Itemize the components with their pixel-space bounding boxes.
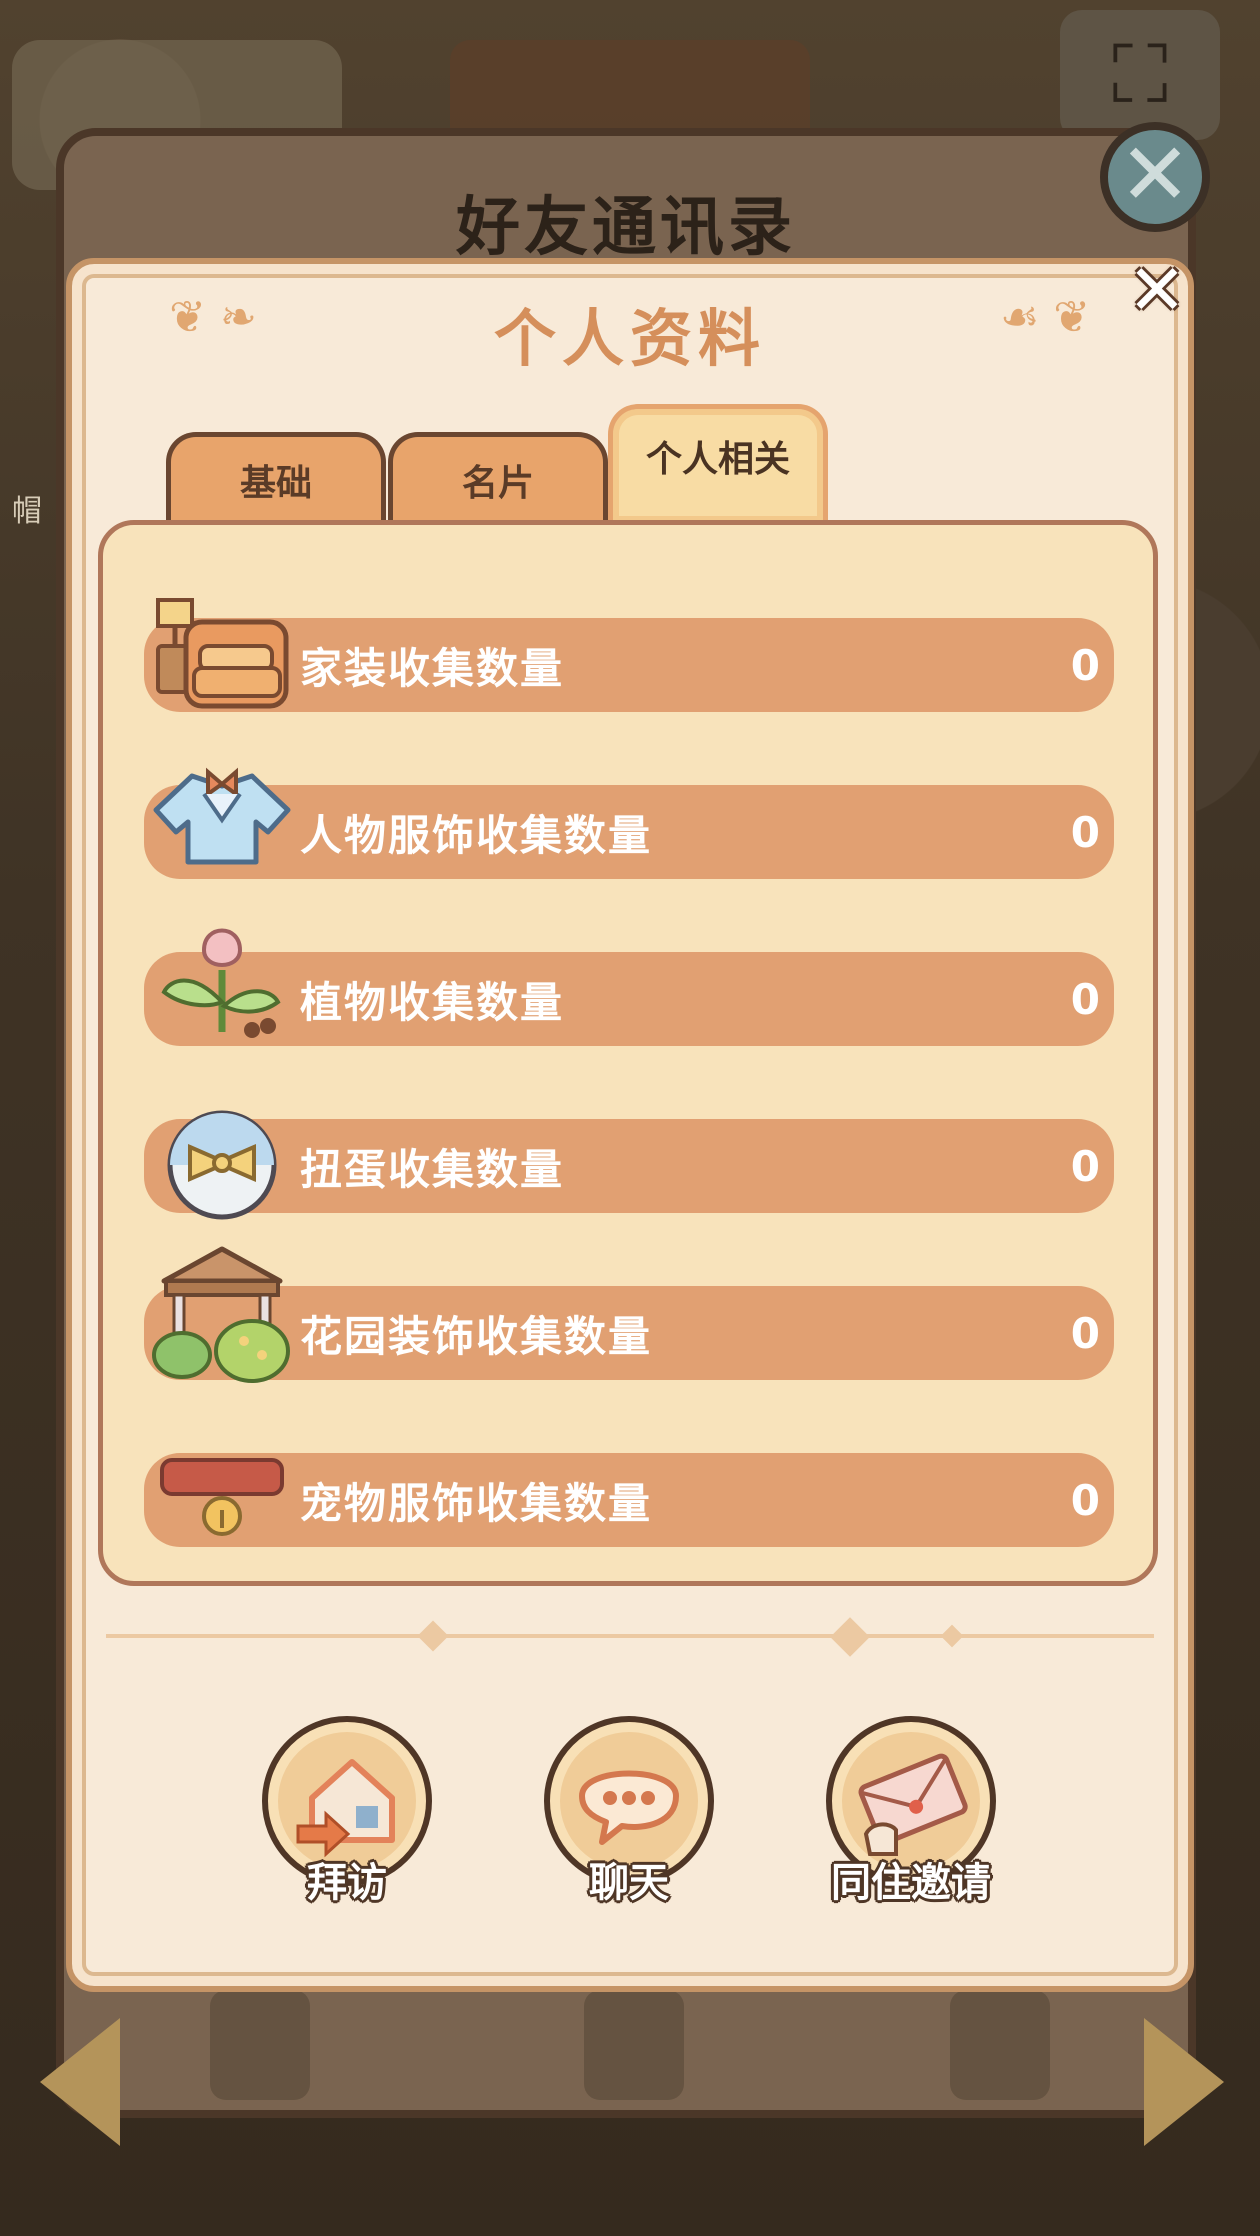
stat-value: 0 [1070,974,1100,1024]
friends-contact-title: 好友通讯录 [456,191,796,265]
flower-sprout-icon [161,928,281,1038]
visit-label: 拜访 [307,1860,387,1906]
next-arrow-icon[interactable] [1144,2018,1224,2146]
stat-value: 0 [1070,807,1100,857]
stat-value: 0 [1070,1141,1100,1191]
friend-request-icon [584,1990,684,2100]
fullscreen-icon: ⛶ [1060,10,1220,140]
stat-label: 植物收集数量 [300,977,565,1027]
tab-card-label: 名片 [461,462,534,504]
back-dialog-close-icon[interactable]: ✕ [1100,122,1210,232]
stat-label: 人物服饰收集数量 [300,810,653,860]
pet-collar-icon [160,1458,284,1536]
stat-value: 0 [1070,1475,1100,1525]
friend-list-icon [950,1990,1050,2100]
previous-arrow-icon[interactable] [40,2018,120,2146]
stat-label: 扭蛋收集数量 [300,1144,565,1194]
divider [106,1634,1154,1638]
profile-title: 个人资料 [493,302,766,375]
tab-personal-label: 个人相关 [645,438,790,480]
cohabit-invite-label: 同住邀请 [831,1860,991,1906]
stat-value: 0 [1070,640,1100,690]
tab-personal[interactable]: 个人相关 [608,404,828,522]
tab-basic-label: 基础 [239,462,312,504]
profile-close-icon[interactable]: ✕ [1122,255,1192,328]
gazebo-icon [152,1246,290,1383]
stat-label: 宠物服饰收集数量 [300,1478,653,1528]
add-friend-icon [210,1990,310,2100]
tab-basic[interactable]: 基础 [166,432,386,522]
background-side-label: 帽 [12,494,42,529]
stat-value: 0 [1070,1308,1100,1358]
capsule-egg-icon [167,1110,277,1220]
stat-label: 家装收集数量 [300,643,565,693]
shirt-icon [153,767,291,865]
chat-label: 聊天 [589,1860,669,1906]
tab-card[interactable]: 名片 [388,432,608,522]
stat-label: 花园装饰收集数量 [300,1311,653,1361]
sofa-lamp-icon [156,598,289,709]
